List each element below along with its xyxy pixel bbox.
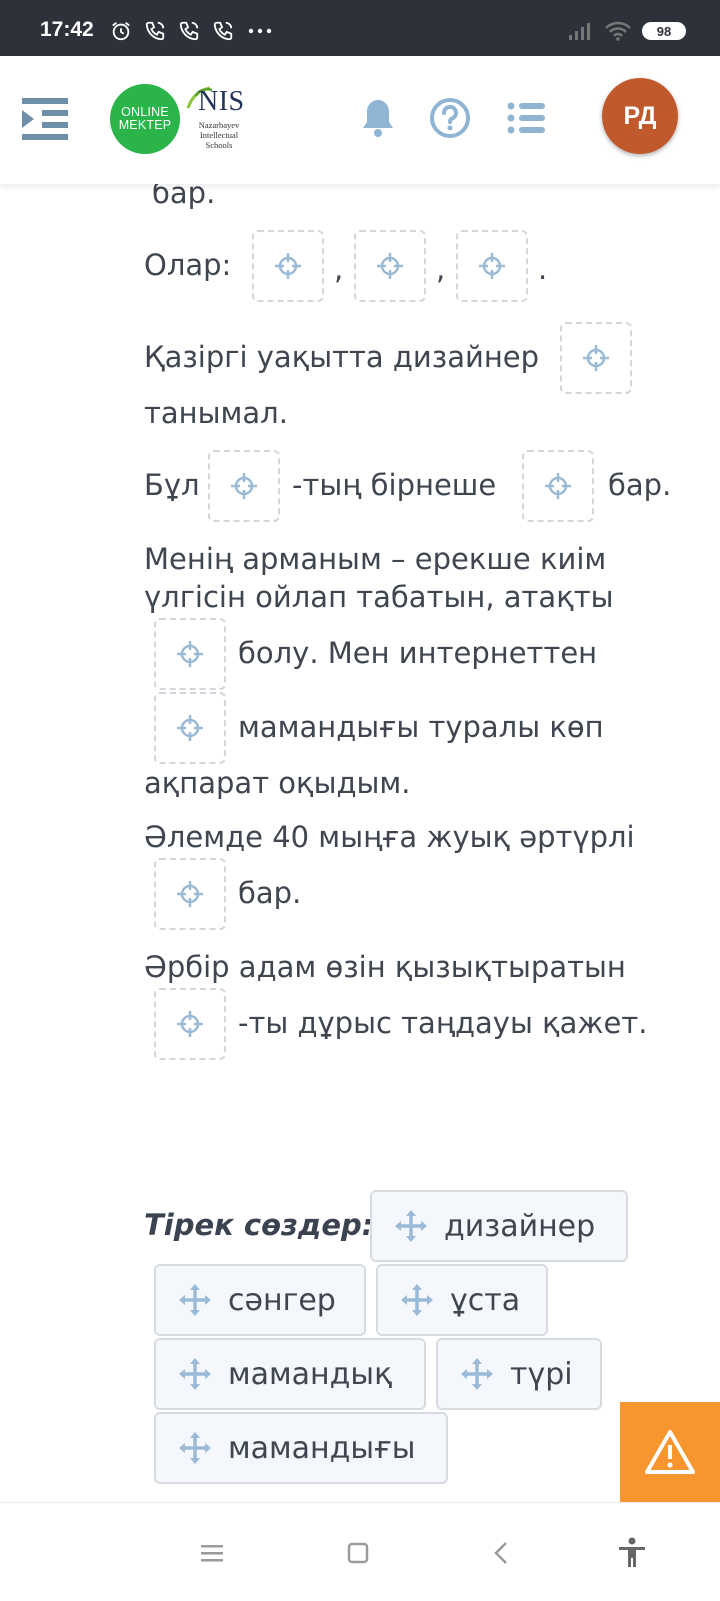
sentence-text: танымал. <box>144 396 288 430</box>
drop-zone[interactable] <box>456 230 528 302</box>
drop-zone[interactable] <box>354 230 426 302</box>
logo-line-2: MEKTEP <box>118 118 172 132</box>
word-chip-label: мамандық <box>228 1356 393 1392</box>
move-target-icon <box>231 473 257 499</box>
word-chip[interactable]: мамандық <box>154 1338 426 1410</box>
sentence-text: Қазіргі уақытта дизайнер <box>144 340 540 374</box>
move-target-icon <box>377 253 403 279</box>
exercise-content: бар. Олар: , , . Қазіргі уақытта дизайне… <box>0 0 720 1600</box>
drop-zone[interactable] <box>252 230 324 302</box>
sentence-text: мамандығы туралы көп <box>238 710 604 744</box>
home-icon[interactable] <box>340 1535 376 1571</box>
drop-zone[interactable] <box>522 450 594 522</box>
move-target-icon <box>177 1011 203 1037</box>
move-target-icon <box>545 473 571 499</box>
nis-subtitle: Nazarbayev Intellectual Schools <box>188 120 250 150</box>
list-icon[interactable] <box>504 96 548 140</box>
nis-subtitle-line-1: Nazarbayev <box>198 120 240 130</box>
word-chip-label: сәнгер <box>228 1282 336 1318</box>
move-target-icon <box>177 715 203 741</box>
word-chip-label: дизайнер <box>444 1208 596 1244</box>
drop-zone[interactable] <box>154 618 226 690</box>
move-target-icon <box>479 253 505 279</box>
system-nav-bar <box>0 1502 720 1601</box>
move-target-icon <box>177 641 203 667</box>
app-header: ONLINE MEKTEP NIS Nazarbayev Intellectua… <box>0 56 720 184</box>
move-target-icon <box>583 345 609 371</box>
help-icon[interactable] <box>428 96 472 140</box>
word-chip[interactable]: мамандығы <box>154 1412 448 1484</box>
word-bank-label: Тірек сөздер: <box>144 1208 374 1242</box>
back-icon[interactable] <box>484 1535 520 1571</box>
sentence-text: бар. <box>238 876 302 910</box>
word-chip-label: ұста <box>450 1282 521 1318</box>
sentence-text: үлгісін ойлап табатын, атақты <box>144 580 614 614</box>
drag-move-icon <box>395 1210 427 1242</box>
move-target-icon <box>177 881 203 907</box>
sentence-text: -ты дұрыс таңдауы қажет. <box>238 1006 648 1040</box>
menu-collapse-icon[interactable] <box>18 94 70 144</box>
accessibility-icon[interactable] <box>614 1535 650 1571</box>
user-avatar[interactable]: РД <box>602 78 678 154</box>
drag-move-icon <box>401 1284 433 1316</box>
recent-apps-icon[interactable] <box>194 1535 230 1571</box>
comma-text: , <box>334 252 344 286</box>
online-mektep-logo[interactable]: ONLINE MEKTEP <box>110 84 180 154</box>
word-chip-label: мамандығы <box>228 1430 416 1466</box>
sentence-text: Әлемде 40 мыңға жуық әртүрлі <box>144 820 635 854</box>
sentence-text: Менің арманым – ерекше киім <box>144 542 607 576</box>
drop-zone[interactable] <box>154 988 226 1060</box>
nis-logo: NIS Nazarbayev Intellectual Schools <box>184 86 254 156</box>
word-chip[interactable]: дизайнер <box>370 1190 628 1262</box>
sentence-text: бар. <box>608 468 672 502</box>
period-text: . <box>538 252 548 286</box>
drag-move-icon <box>179 1432 211 1464</box>
word-chip-label: түрі <box>510 1356 573 1392</box>
sentence-text: ақпарат оқыдым. <box>144 766 411 800</box>
sentence-text: Бұл <box>144 468 200 502</box>
drag-move-icon <box>179 1358 211 1390</box>
nis-title: NIS <box>198 86 245 117</box>
nis-subtitle-line-2: Intellectual <box>199 130 239 140</box>
warning-icon <box>645 1430 695 1474</box>
bell-icon[interactable] <box>356 96 400 140</box>
move-target-icon <box>275 253 301 279</box>
nis-subtitle-line-3: Schools <box>205 140 233 150</box>
word-chip[interactable]: сәнгер <box>154 1264 366 1336</box>
sentence-text: Олар: <box>144 248 232 282</box>
comma-text: , <box>436 252 446 286</box>
sentence-text: болу. Мен интернеттен <box>238 636 598 670</box>
word-chip[interactable]: ұста <box>376 1264 548 1336</box>
sentence-text: Әрбір адам өзін қызықтыратын <box>144 950 626 984</box>
drop-zone[interactable] <box>208 450 280 522</box>
sentence-text: -тың бірнеше <box>292 468 497 502</box>
drag-move-icon <box>179 1284 211 1316</box>
drop-zone[interactable] <box>154 858 226 930</box>
drag-move-icon <box>461 1358 493 1390</box>
drop-zone[interactable] <box>560 322 632 394</box>
report-warning-button[interactable] <box>620 1402 720 1502</box>
drop-zone[interactable] <box>154 692 226 764</box>
word-chip[interactable]: түрі <box>436 1338 602 1410</box>
